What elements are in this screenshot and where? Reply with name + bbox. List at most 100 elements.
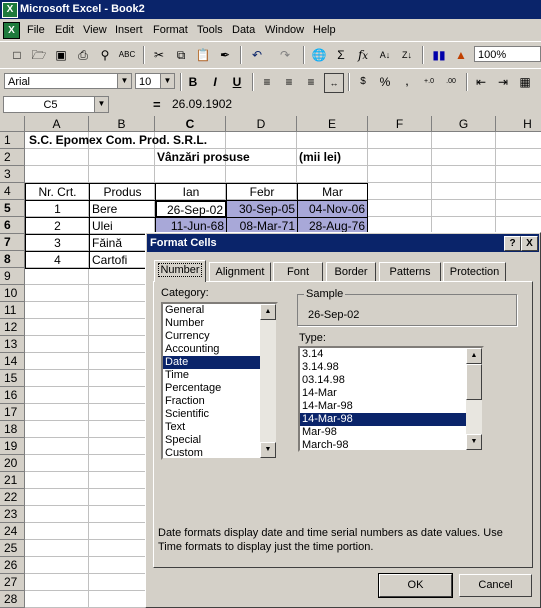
header-nr-crt[interactable]: Nr. Crt.	[25, 183, 90, 201]
type-item[interactable]: 14-Mar	[300, 387, 482, 400]
row-header-16[interactable]: 16	[0, 387, 25, 404]
comma-style-icon[interactable]: ,	[398, 73, 416, 91]
row-header-22[interactable]: 22	[0, 489, 25, 506]
type-item[interactable]: 03.14.98	[300, 374, 482, 387]
row-header-28[interactable]: 28	[0, 591, 25, 608]
align-center-icon[interactable]: ≡	[280, 73, 298, 91]
increase-indent-icon[interactable]: ⇥	[494, 73, 512, 91]
row-header-15[interactable]: 15	[0, 370, 25, 387]
header-febr[interactable]: Febr	[226, 183, 298, 201]
table-cell-nr[interactable]: 3	[25, 234, 90, 252]
column-header-f[interactable]: F	[368, 116, 432, 132]
row-header-9[interactable]: 9	[0, 268, 25, 285]
table-cell-date[interactable]: 30-Sep-05	[226, 200, 298, 218]
paste-function-icon[interactable]: fx	[354, 46, 372, 64]
italic-icon[interactable]: I	[206, 73, 224, 91]
open-icon[interactable]: 🗁	[30, 46, 48, 64]
redo-icon[interactable]: ↷	[276, 46, 294, 64]
column-header-h[interactable]: H	[496, 116, 541, 132]
row-header-18[interactable]: 18	[0, 421, 25, 438]
type-item[interactable]: 3.14	[300, 348, 482, 361]
type-item[interactable]: 14-Mar-98	[300, 400, 482, 413]
header-produs[interactable]: Produs	[89, 183, 156, 201]
print-preview-icon[interactable]: ⚲	[96, 46, 114, 64]
sort-ascending-icon[interactable]: A↓	[376, 46, 394, 64]
currency-icon[interactable]: $	[354, 73, 372, 91]
copy-icon[interactable]: ⧉	[172, 46, 190, 64]
table-cell-nr[interactable]: 1	[25, 200, 90, 218]
row-header-26[interactable]: 26	[0, 557, 25, 574]
type-scrollbar[interactable]: ▲ ▼	[466, 348, 482, 450]
type-item[interactable]: March-98	[300, 439, 482, 450]
font-name-select[interactable]: Arial ▼	[4, 73, 132, 89]
category-listbox[interactable]: General Number Currency Accounting Date Time P…	[161, 302, 278, 460]
menu-edit[interactable]: Edit	[55, 24, 74, 36]
menu-window[interactable]: Window	[265, 24, 304, 36]
row-header-21[interactable]: 21	[0, 472, 25, 489]
row-header-27[interactable]: 27	[0, 574, 25, 591]
row-header-7[interactable]: 7	[0, 234, 25, 251]
column-header-e[interactable]: E	[297, 116, 368, 132]
cut-icon[interactable]: ✂	[150, 46, 168, 64]
row-header-11[interactable]: 11	[0, 302, 25, 319]
drawing-icon[interactable]: ▲	[452, 46, 470, 64]
menu-data[interactable]: Data	[232, 24, 255, 36]
decrease-indent-icon[interactable]: ⇤	[472, 73, 490, 91]
row-header-13[interactable]: 13	[0, 336, 25, 353]
row-header-20[interactable]: 20	[0, 455, 25, 472]
ok-button[interactable]: OK	[378, 573, 453, 598]
new-icon[interactable]: □	[8, 46, 26, 64]
percent-icon[interactable]: %	[376, 73, 394, 91]
help-button[interactable]: ?	[504, 236, 521, 251]
row-header-25[interactable]: 25	[0, 540, 25, 557]
paste-icon[interactable]: 📋	[194, 46, 212, 64]
table-cell-date[interactable]: 04-Nov-06	[297, 200, 368, 218]
menu-view[interactable]: View	[83, 24, 107, 36]
tab-number[interactable]: Number	[154, 260, 206, 282]
decrease-decimal-icon[interactable]: .00	[442, 73, 460, 91]
name-box[interactable]: C5 ▼	[3, 96, 109, 113]
format-painter-icon[interactable]: ✒	[216, 46, 234, 64]
row-header-6[interactable]: 6	[0, 217, 25, 234]
save-icon[interactable]: ▣	[52, 46, 70, 64]
zoom-select[interactable]: 100%	[474, 46, 541, 62]
align-left-icon[interactable]: ≡	[258, 73, 276, 91]
row-header-10[interactable]: 10	[0, 285, 25, 302]
row-header-5[interactable]: 5	[0, 200, 25, 217]
row-header-8[interactable]: 8	[0, 251, 25, 268]
bold-icon[interactable]: B	[184, 73, 202, 91]
scroll-up-icon[interactable]: ▲	[466, 348, 482, 364]
align-right-icon[interactable]: ≡	[302, 73, 320, 91]
row-header-12[interactable]: 12	[0, 319, 25, 336]
column-header-a[interactable]: A	[25, 116, 89, 132]
close-button[interactable]: X	[521, 236, 538, 251]
merge-center-icon[interactable]: ↔	[324, 73, 344, 93]
active-cell-c5[interactable]: 26-Sep-02	[155, 200, 227, 218]
print-icon[interactable]: ⎙	[74, 46, 92, 64]
row-header-3[interactable]: 3	[0, 166, 25, 183]
scroll-up-icon[interactable]: ▲	[260, 304, 276, 320]
row-header-24[interactable]: 24	[0, 523, 25, 540]
select-all-button[interactable]	[0, 116, 25, 132]
header-mar[interactable]: Mar	[297, 183, 368, 201]
scroll-thumb[interactable]	[466, 364, 482, 400]
category-scrollbar[interactable]: ▲ ▼	[260, 304, 276, 458]
cancel-button[interactable]: Cancel	[459, 574, 532, 597]
chevron-down-icon[interactable]: ▼	[160, 74, 174, 88]
autosum-icon[interactable]: Σ	[332, 46, 350, 64]
type-item[interactable]: Mar-98	[300, 426, 482, 439]
column-header-c[interactable]: C	[155, 116, 226, 132]
scroll-down-icon[interactable]: ▼	[466, 434, 482, 450]
row-header-17[interactable]: 17	[0, 404, 25, 421]
tab-patterns[interactable]: Patterns	[379, 262, 441, 281]
undo-icon[interactable]: ↶	[248, 46, 266, 64]
formula-input[interactable]: 26.09.1902	[172, 97, 232, 111]
table-cell-nr[interactable]: 4	[25, 251, 90, 269]
workbook-icon[interactable]: X	[3, 22, 20, 39]
menu-format[interactable]: Format	[153, 24, 188, 36]
borders-icon[interactable]: ▦	[516, 73, 534, 91]
row-header-1[interactable]: 1	[0, 132, 25, 149]
row-header-14[interactable]: 14	[0, 353, 25, 370]
type-item[interactable]: 3.14.98	[300, 361, 482, 374]
type-listbox[interactable]: 3.14 3.14.98 03.14.98 14-Mar 14-Mar-98 14-Mar…	[298, 346, 484, 452]
